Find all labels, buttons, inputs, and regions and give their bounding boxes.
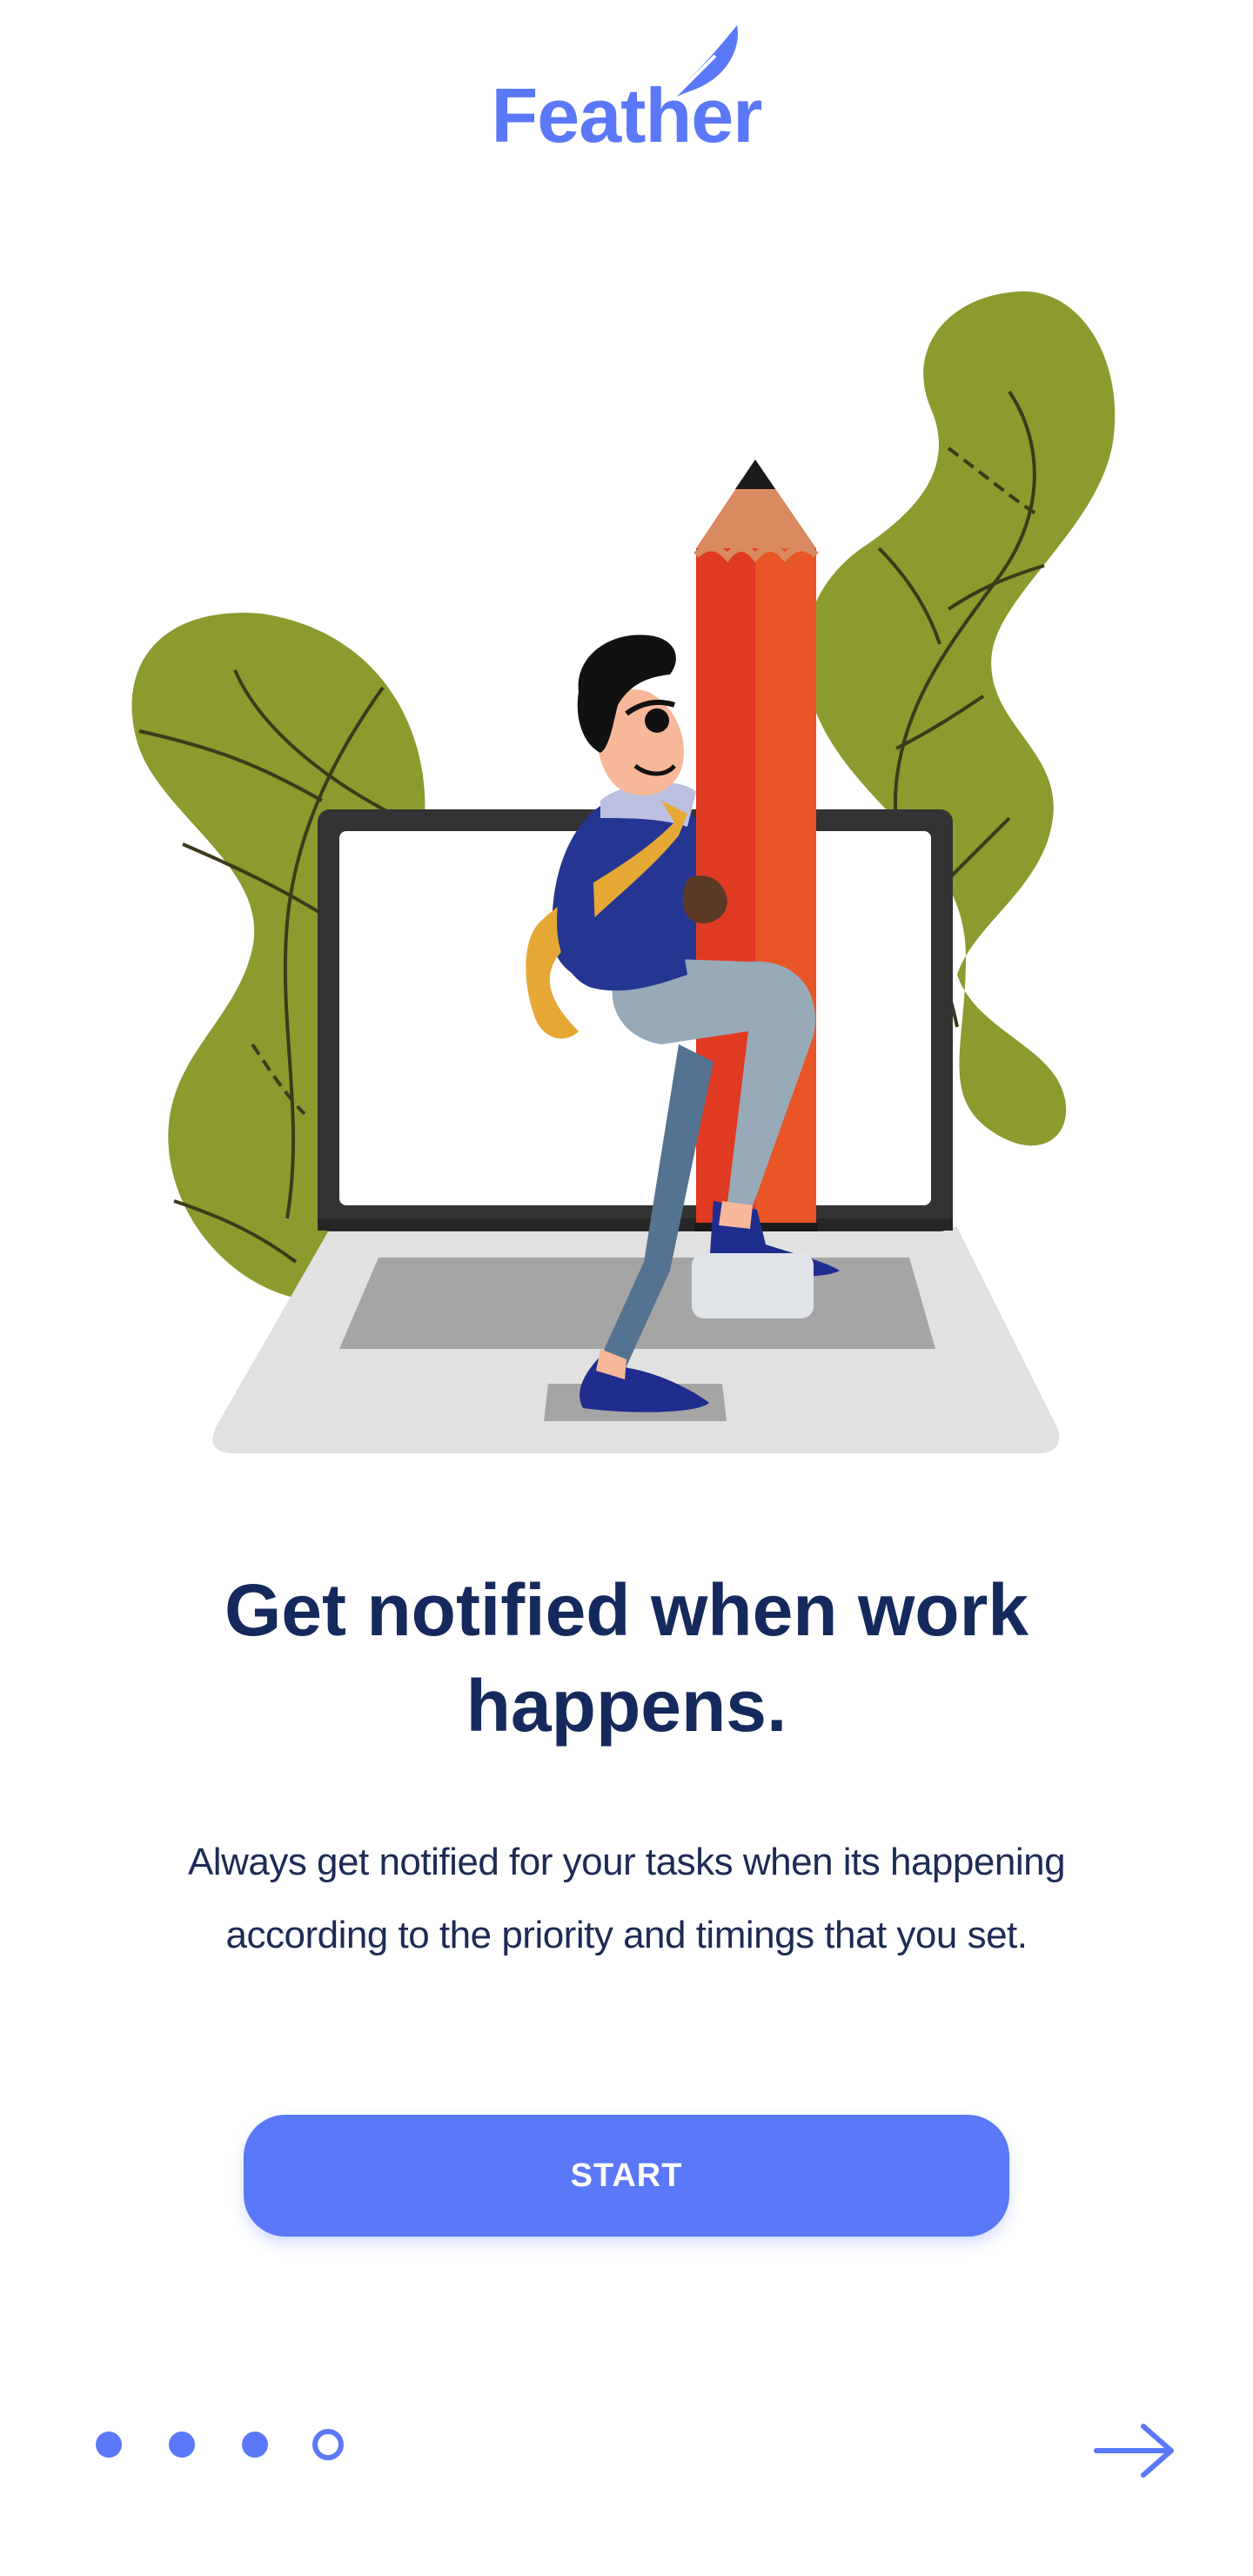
app-logo: Feather xyxy=(0,17,1253,158)
page-dot-2[interactable] xyxy=(169,2432,195,2458)
pagination-dots xyxy=(96,2429,374,2466)
start-button[interactable]: START xyxy=(244,2115,1009,2237)
block xyxy=(692,1253,814,1318)
onboarding-description: Always get notified for your tasks when … xyxy=(122,1826,1131,1972)
description-line-1: Always get notified for your tasks when … xyxy=(187,1841,1066,1883)
page-dot-4-active[interactable] xyxy=(312,2429,344,2460)
brand-name: Feather xyxy=(491,72,763,158)
description-line-2: according to the priority and timings th… xyxy=(225,1914,1029,1956)
arrow-right-icon[interactable] xyxy=(1093,2423,1176,2479)
man-with-pencil-illustration xyxy=(131,291,1116,1453)
headline-line-2: happens. xyxy=(466,1665,787,1747)
onboarding-headline: Get notified when work happens. xyxy=(104,1562,1149,1754)
headline-line-1: Get notified when work xyxy=(224,1569,1029,1651)
page-dot-3[interactable] xyxy=(242,2432,268,2458)
page-dot-1[interactable] xyxy=(96,2432,122,2458)
